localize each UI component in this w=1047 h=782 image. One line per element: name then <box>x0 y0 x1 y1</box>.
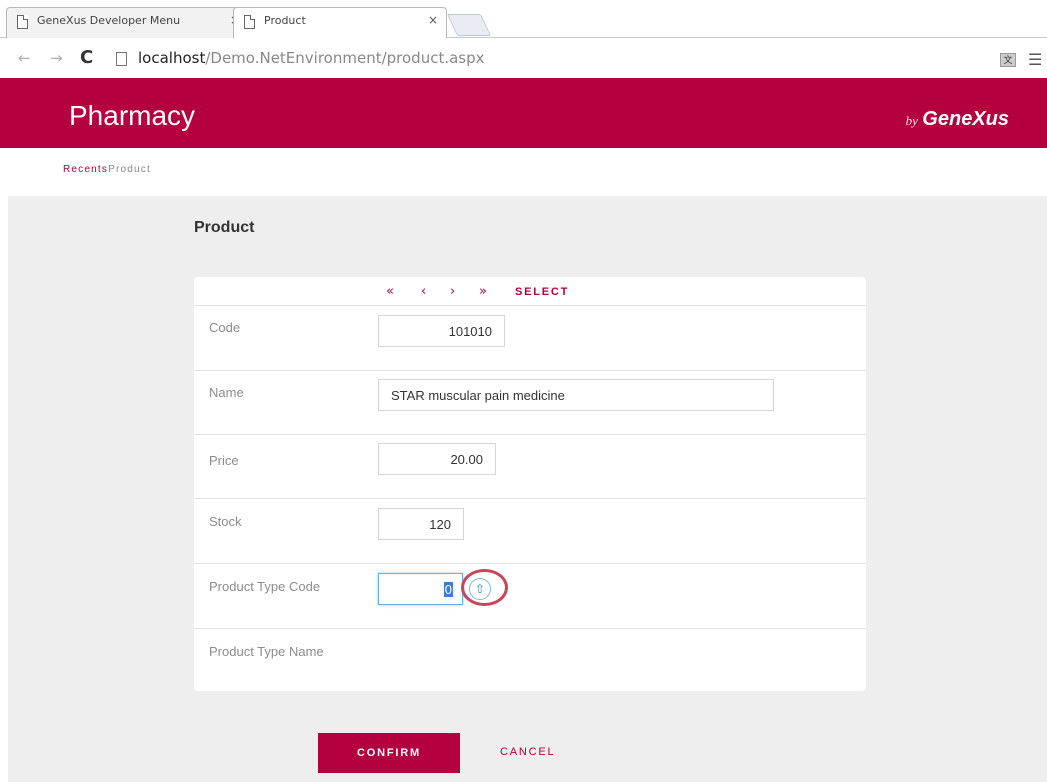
browser-tabstrip: GeneXus Developer Menu × Product × <box>0 0 1047 39</box>
name-label: Name <box>209 385 244 400</box>
page-icon <box>17 15 28 29</box>
cancel-button[interactable]: CANCEL <box>500 746 555 758</box>
url-text[interactable]: localhost/Demo.NetEnvironment/product.as… <box>138 49 485 67</box>
browser-toolbar: ← → C localhost/Demo.NetEnvironment/prod… <box>0 38 1047 78</box>
app-header: Pharmacy by GeneXus <box>0 78 1047 148</box>
price-input[interactable]: 20.00 <box>378 443 496 475</box>
previous-record-button[interactable]: ‹ <box>421 284 426 299</box>
reload-icon[interactable]: C <box>80 47 93 68</box>
product-type-code-label: Product Type Code <box>209 579 321 594</box>
code-input[interactable]: 101010 <box>378 315 505 347</box>
form-card: « ‹ › » SELECT Code Name Price Stock Pro… <box>194 277 866 691</box>
breadcrumb-product: Product <box>108 164 151 175</box>
address-bar[interactable]: localhost/Demo.NetEnvironment/product.as… <box>108 46 1018 72</box>
last-record-button[interactable]: » <box>479 284 487 299</box>
brand-logo: by GeneXus <box>906 108 1009 131</box>
close-icon[interactable]: × <box>428 13 438 27</box>
breadcrumb-recents[interactable]: Recents <box>63 164 108 175</box>
code-label: Code <box>209 320 241 335</box>
breadcrumb: RecentsProduct <box>63 164 151 175</box>
browser-tab-product[interactable]: Product × <box>233 7 447 39</box>
selected-text: 0 <box>443 582 453 597</box>
page-icon <box>244 15 255 29</box>
tab-title: GeneXus Developer Menu <box>37 14 181 27</box>
select-button[interactable]: SELECT <box>515 286 569 298</box>
menu-icon[interactable]: ☰ <box>1028 50 1042 70</box>
tab-title: Product <box>264 14 306 27</box>
stock-input[interactable]: 120 <box>378 508 464 540</box>
brand-by: by <box>905 113 918 128</box>
page-title: Product <box>194 219 255 236</box>
browser-tab-developer-menu[interactable]: GeneXus Developer Menu × <box>6 7 249 38</box>
back-icon[interactable]: ← <box>18 49 31 67</box>
name-input[interactable]: STAR muscular pain medicine <box>378 379 774 411</box>
next-record-button[interactable]: › <box>450 284 455 299</box>
form-row-stock: Stock <box>194 499 866 564</box>
app-title: Pharmacy <box>69 100 196 131</box>
price-label: Price <box>209 453 239 468</box>
confirm-button[interactable]: CONFIRM <box>318 733 460 773</box>
stock-label: Stock <box>209 514 242 529</box>
url-path: /Demo.NetEnvironment/product.aspx <box>205 49 485 67</box>
form-row-product-type-name: Product Type Name <box>194 629 866 691</box>
form-row-code: Code <box>194 306 866 371</box>
page-icon <box>116 52 127 66</box>
product-type-name-label: Product Type Name <box>209 644 324 659</box>
form-row-product-type-code: Product Type Code <box>194 564 866 629</box>
new-tab-button[interactable] <box>446 14 492 36</box>
translate-icon[interactable]: 文 <box>1000 53 1016 67</box>
record-pager: « ‹ › » SELECT <box>194 277 866 306</box>
forward-icon[interactable]: → <box>50 49 63 67</box>
url-host: localhost <box>138 49 206 67</box>
product-type-code-input[interactable]: 0 <box>378 573 463 605</box>
form-row-price: Price <box>194 435 866 499</box>
brand-name: GeneXus <box>922 108 1009 130</box>
highlight-circle <box>461 569 508 606</box>
first-record-button[interactable]: « <box>386 284 394 299</box>
